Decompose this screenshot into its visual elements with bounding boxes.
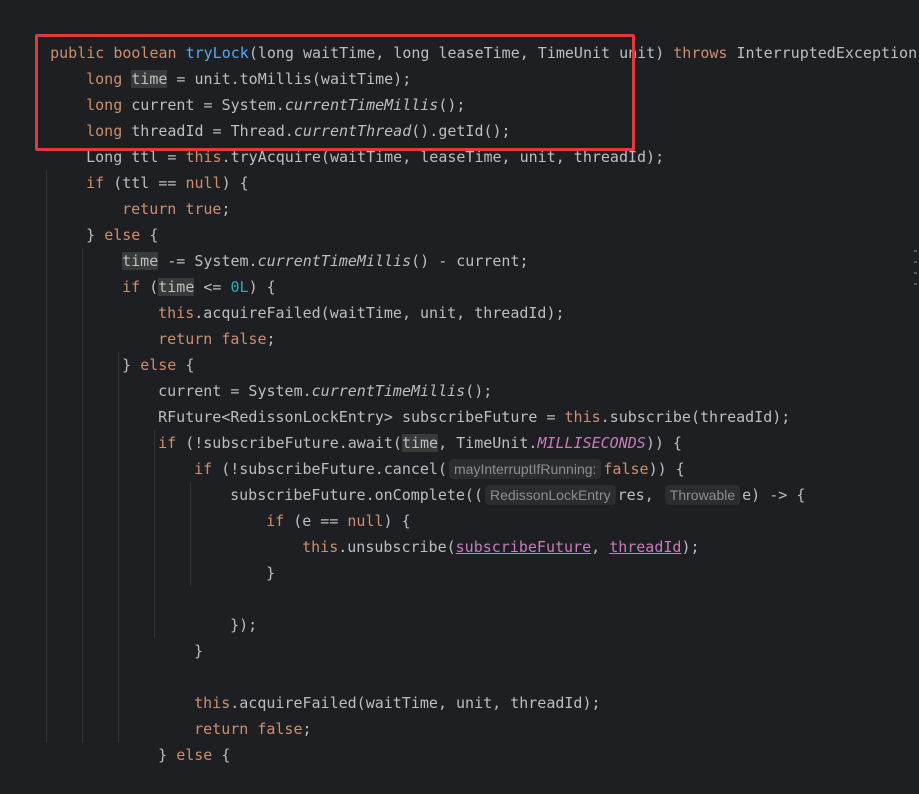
code-token: }); (230, 616, 258, 634)
code-line[interactable]: time -= System.currentTimeMillis() - cur… (86, 222, 529, 270)
code-line[interactable]: if (!subscribeFuture.await(time, TimeUni… (122, 404, 682, 452)
scrollbar-markers[interactable] (914, 250, 917, 294)
code-token: ; (266, 330, 276, 348)
code-line[interactable]: if (time <= 0L) { (86, 248, 276, 296)
code-line[interactable]: }); (194, 586, 257, 634)
code-line[interactable]: if (e == null) { (230, 482, 411, 530)
code-line[interactable]: this.unsubscribe(subscribeFuture, thread… (266, 508, 699, 556)
code-token: throws (673, 44, 728, 62)
indent-guide (46, 170, 47, 743)
marker (914, 261, 917, 263)
code-token: subscribeFuture (455, 538, 592, 556)
code-token: threadId (609, 538, 682, 556)
code-line[interactable]: this.acquireFailed(waitTime, unit, threa… (122, 274, 564, 322)
code-token: ; (302, 720, 312, 738)
code-token: else (176, 746, 213, 764)
code-token: res, (617, 486, 663, 504)
code-token: () - current; (411, 252, 529, 270)
indent-guide (118, 352, 119, 743)
code-line[interactable]: } else { (86, 326, 194, 374)
code-editor[interactable]: public boolean tryLock(long waitTime, lo… (0, 0, 919, 764)
code-line[interactable]: } (230, 534, 275, 582)
marker (914, 272, 917, 274)
code-line[interactable]: return false; (122, 300, 275, 348)
indent-guide (190, 482, 191, 586)
type-hint: Throwable (664, 485, 741, 505)
code-token: ); (681, 538, 700, 556)
marker (914, 283, 917, 285)
code-token: e) -> { (742, 486, 806, 504)
code-line[interactable]: subscribeFuture.onComplete((RedissonLock… (194, 456, 805, 505)
code-line[interactable]: return false; (158, 690, 311, 738)
highlight-annotation-box (35, 34, 635, 151)
code-token: { (212, 746, 231, 764)
code-line[interactable]: } else { (122, 716, 230, 764)
code-line[interactable]: } else { (50, 196, 158, 244)
code-line[interactable]: RFuture<RedissonLockEntry> subscribeFutu… (122, 378, 790, 426)
code-token: this (302, 538, 339, 556)
code-token: } (158, 746, 177, 764)
code-line[interactable]: current = System.currentTimeMillis(); (122, 352, 492, 400)
code-token: } (194, 642, 204, 660)
code-token: , (591, 538, 610, 556)
type-hint: RedissonLockEntry (485, 485, 616, 505)
code-token: ; (221, 200, 231, 218)
code-token: InterruptedException { (727, 44, 919, 62)
code-token: currentTimeMillis (257, 252, 412, 270)
code-line[interactable]: this.acquireFailed(waitTime, unit, threa… (158, 664, 600, 712)
code-token: } (266, 564, 276, 582)
code-line[interactable]: if (!subscribeFuture.cancel(mayInterrupt… (158, 430, 685, 479)
code-line[interactable]: } (158, 612, 203, 660)
code-token: .unsubscribe( (338, 538, 456, 556)
marker (914, 250, 917, 252)
indent-guide (154, 430, 155, 638)
code-line[interactable]: return true; (86, 170, 230, 218)
indent-guide (82, 248, 83, 743)
